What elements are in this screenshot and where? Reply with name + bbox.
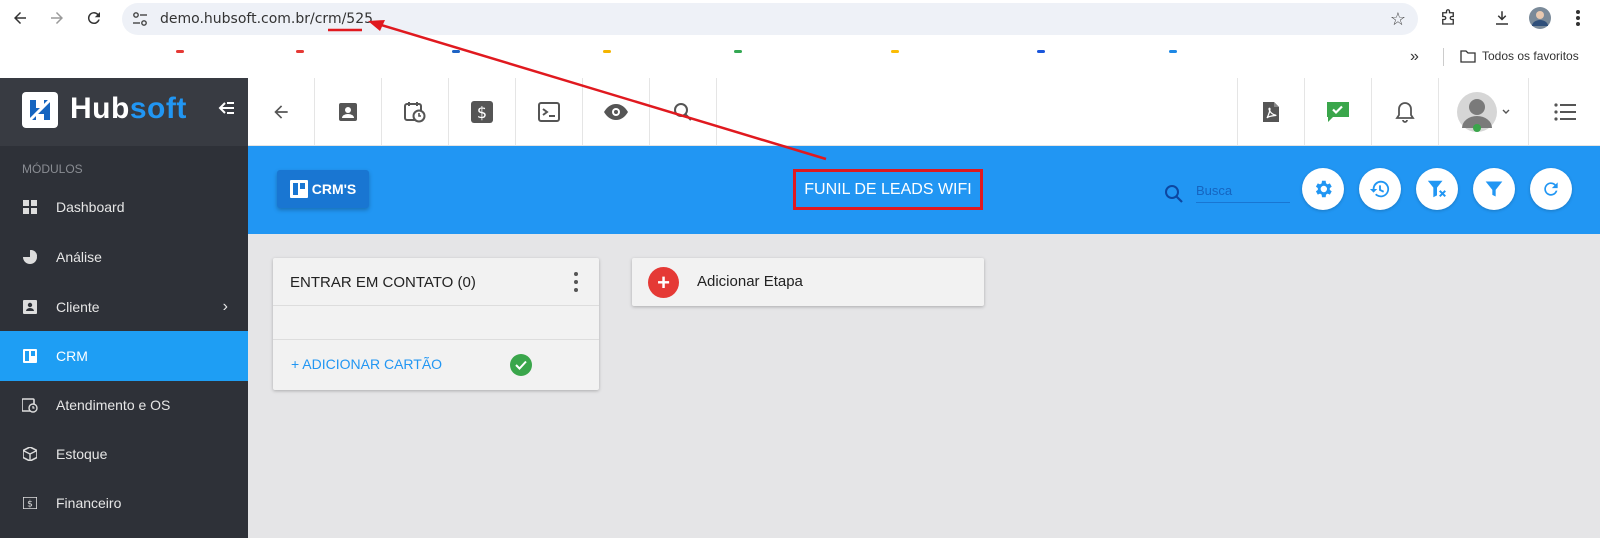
filter-icon	[1485, 181, 1503, 197]
search-icon[interactable]	[650, 78, 717, 146]
kanban-column: ENTRAR EM CONTATO (0) + ADICIONAR CARTÃO	[273, 258, 599, 390]
all-bookmarks-label: Todos os favoritos	[1482, 49, 1579, 63]
browser-toolbar: demo.hubsoft.com.br/crm/525 ☆	[0, 0, 1600, 38]
column-title: ENTRAR EM CONTATO (0)	[290, 274, 476, 291]
reload-icon[interactable]	[82, 6, 106, 30]
logo-area: Hubsoft	[0, 78, 248, 146]
address-bar[interactable]: demo.hubsoft.com.br/crm/525 ☆	[122, 3, 1418, 35]
svg-text:$: $	[27, 500, 33, 510]
bookmark-star-icon[interactable]: ☆	[1390, 9, 1406, 30]
refresh-button[interactable]	[1530, 168, 1572, 210]
bookmark-favicon[interactable]	[734, 50, 742, 53]
chevron-down-icon	[1502, 109, 1509, 114]
bookmark-favicon[interactable]	[176, 50, 184, 53]
refresh-icon	[1544, 182, 1558, 196]
clear-filter-button[interactable]	[1416, 168, 1458, 210]
back-icon[interactable]	[8, 6, 32, 30]
extensions-icon[interactable]	[1436, 6, 1460, 30]
add-card-button[interactable]: + ADICIONAR CARTÃO	[291, 356, 442, 372]
box-icon	[0, 447, 56, 461]
bookmarks-bar: » Todos os favoritos	[0, 38, 1600, 78]
search-input[interactable]	[1196, 179, 1290, 203]
all-bookmarks-folder[interactable]: Todos os favoritos	[1460, 49, 1579, 63]
chevron-right-icon: ›	[222, 298, 228, 315]
sidebar-item-atendimento[interactable]: Atendimento e OS	[0, 380, 248, 430]
sidebar-item-label: CRM	[56, 348, 88, 364]
svg-text:$: $	[477, 103, 487, 122]
terminal-icon[interactable]	[516, 78, 583, 146]
plus-icon: +	[648, 267, 679, 298]
add-card-label: + ADICIONAR CARTÃO	[291, 356, 443, 372]
search-icon[interactable]	[1164, 184, 1184, 204]
hubsoft-logo-icon	[22, 92, 58, 128]
bookmarks-divider	[1443, 48, 1444, 66]
column-header: ENTRAR EM CONTATO (0)	[273, 258, 599, 306]
bell-icon[interactable]	[1371, 78, 1438, 146]
sidebar-item-crm[interactable]: CRM	[0, 331, 248, 381]
crms-button[interactable]: CRM'S	[277, 170, 369, 208]
sidebar-item-label: Atendimento e OS	[56, 397, 171, 413]
contact-card-icon	[0, 300, 56, 314]
history-button[interactable]	[1359, 168, 1401, 210]
pdf-icon[interactable]	[1237, 78, 1304, 146]
profile-avatar[interactable]	[1528, 6, 1552, 30]
avatar[interactable]	[1438, 78, 1528, 146]
check-circle-icon	[510, 354, 532, 376]
crm-header: CRM'S FUNIL DE LEADS WIFI	[248, 146, 1600, 234]
calendar-clock-icon	[0, 397, 56, 413]
sidebar-item-label: Dashboard	[56, 199, 125, 215]
kanban-board: ENTRAR EM CONTATO (0) + ADICIONAR CARTÃO…	[248, 234, 1600, 538]
kanban-board-icon	[0, 349, 56, 363]
sidebar: Hubsoft MÓDULOS Dashboard Análise Client…	[0, 78, 248, 538]
more-vertical-icon[interactable]	[573, 272, 579, 292]
browser-menu-icon[interactable]	[1566, 6, 1590, 30]
add-stage-label: Adicionar Etapa	[697, 273, 803, 290]
money-icon: $	[0, 497, 56, 509]
folder-icon	[1460, 50, 1476, 63]
eye-icon[interactable]	[583, 78, 650, 146]
pipeline-title: FUNIL DE LEADS WIFI	[793, 169, 983, 210]
contact-card-icon[interactable]	[315, 78, 382, 146]
list-icon[interactable]	[1528, 78, 1600, 146]
bookmark-favicon[interactable]	[1169, 50, 1177, 53]
hubsoft-logo-text: Hubsoft	[70, 92, 187, 125]
bookmark-favicon[interactable]	[891, 50, 899, 53]
bookmarks-overflow-icon[interactable]: »	[1410, 48, 1419, 66]
url-text[interactable]: demo.hubsoft.com.br/crm/525	[160, 11, 373, 27]
chat-check-icon[interactable]	[1304, 78, 1371, 146]
dollar-icon[interactable]: $	[449, 78, 516, 146]
add-stage-button[interactable]: + Adicionar Etapa	[632, 258, 984, 306]
kanban-board-icon	[289, 180, 308, 198]
filter-clear-icon	[1427, 180, 1446, 198]
gear-icon	[1315, 180, 1332, 198]
bookmark-favicon[interactable]	[1037, 50, 1045, 53]
calendar-clock-icon[interactable]	[382, 78, 449, 146]
pie-chart-icon	[0, 250, 56, 264]
modules-header: MÓDULOS	[22, 162, 83, 176]
bookmark-favicon[interactable]	[603, 50, 611, 53]
download-icon[interactable]	[1490, 6, 1514, 30]
crms-label: CRM'S	[311, 181, 357, 197]
sidebar-item-estoque[interactable]: Estoque	[0, 429, 248, 479]
column-cards-area	[273, 306, 599, 340]
app-toolbar: $	[248, 78, 1600, 146]
bookmark-favicon[interactable]	[452, 50, 460, 53]
bookmark-favicon[interactable]	[296, 50, 304, 53]
collapse-sidebar-icon[interactable]	[217, 100, 235, 121]
settings-button[interactable]	[1302, 168, 1344, 210]
sidebar-item-financeiro[interactable]: $ Financeiro	[0, 478, 248, 528]
sidebar-item-label: Financeiro	[56, 495, 122, 511]
site-settings-icon[interactable]	[132, 11, 148, 27]
dashboard-icon	[0, 200, 56, 214]
sidebar-item-analise[interactable]: Análise	[0, 232, 248, 282]
forward-icon[interactable]	[45, 6, 69, 30]
sidebar-item-dashboard[interactable]: Dashboard	[0, 182, 248, 232]
sidebar-item-label: Análise	[56, 249, 102, 265]
sidebar-item-cliente[interactable]: Cliente ›	[0, 282, 248, 332]
history-icon	[1369, 180, 1390, 198]
filter-button[interactable]	[1473, 168, 1515, 210]
sidebar-item-label: Estoque	[56, 446, 108, 462]
back-arrow-icon[interactable]	[248, 78, 315, 146]
sidebar-item-label: Cliente	[56, 299, 100, 315]
